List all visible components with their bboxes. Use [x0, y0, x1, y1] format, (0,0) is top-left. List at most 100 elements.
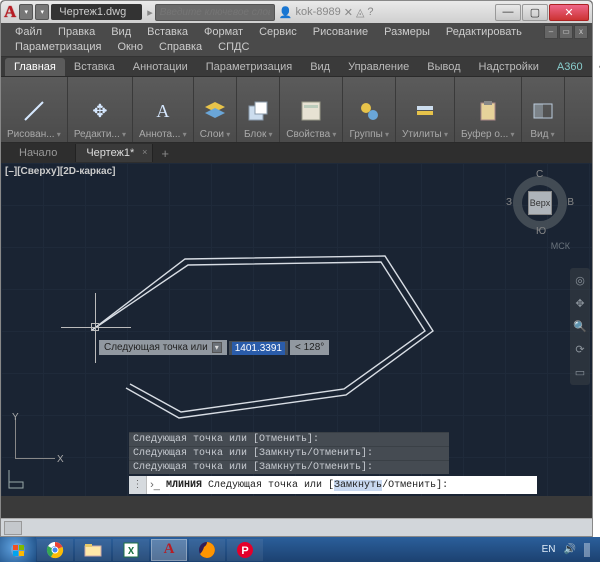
dynamic-angle-input[interactable]: < 128°	[290, 340, 329, 355]
window-close-button[interactable]: ✕	[549, 4, 589, 21]
mdi-close-button[interactable]: x	[574, 25, 588, 39]
help-search-input[interactable]	[155, 4, 275, 21]
ribbon-tabstrip: Главная Вставка Аннотации Параметризация…	[1, 57, 592, 77]
start-button[interactable]	[0, 537, 36, 562]
new-tab-button[interactable]: +	[153, 146, 177, 161]
app-window: A ▾ ▾ Чертеж1.dwg ▸ 👤 kok-8989 ✕ ◬ ? — ▢…	[0, 0, 593, 537]
signin-user[interactable]: kok-8989	[295, 6, 340, 18]
cmd-hist-line: Следующая точка или [Замкнуть/Отменить]:	[129, 446, 449, 460]
nav-orbit-icon[interactable]: ⟳	[575, 343, 584, 356]
taskbar-autocad-icon[interactable]: A	[151, 539, 187, 561]
taskbar-firefox-icon[interactable]	[189, 539, 225, 561]
line-tool-icon[interactable]	[19, 96, 49, 126]
taskbar-excel-icon[interactable]: X	[113, 539, 149, 561]
panel-label[interactable]: Утилиты	[402, 129, 448, 140]
ribbon: Рисован... ✥ Редакти... A Аннота... Слои…	[1, 77, 592, 143]
ribbon-tab-annot[interactable]: Аннотации	[124, 58, 197, 76]
ribbon-tab-addins[interactable]: Надстройки	[470, 58, 548, 76]
taskbar-app-p-icon[interactable]: P	[227, 539, 263, 561]
taskbar-tray[interactable]: EN 🔊	[532, 543, 600, 557]
command-line-text[interactable]: МЛИНИЯ Следующая точка или [Замкнуть/Отм…	[163, 480, 448, 491]
file-tab-label: Чертеж1*	[86, 147, 134, 159]
help-icon[interactable]: ?	[367, 6, 373, 18]
close-tab-icon[interactable]: ×	[142, 147, 147, 157]
command-line[interactable]: ⋮ ›_ МЛИНИЯ Следующая точка или [Замкнут…	[129, 476, 537, 494]
panel-label[interactable]: Аннота...	[139, 129, 187, 140]
command-line-handle-icon[interactable]: ⋮	[129, 476, 147, 494]
panel-label[interactable]: Буфер о...	[461, 129, 515, 140]
windows-taskbar[interactable]: X A P EN 🔊	[0, 537, 600, 562]
menu-view[interactable]: Вид	[103, 25, 139, 39]
app-menu-dropdown[interactable]: ▾	[19, 4, 33, 20]
panel-label[interactable]: Группы	[349, 129, 389, 140]
command-history[interactable]: Следующая точка или [Отменить]: Следующа…	[129, 432, 449, 474]
menu-draw[interactable]: Рисование	[305, 25, 376, 39]
ribbon-tab-output[interactable]: Вывод	[418, 58, 469, 76]
exchange-icon[interactable]: ✕	[344, 6, 353, 19]
menu-file[interactable]: Файл	[7, 25, 50, 39]
dynamic-input: Следующая точка или ▾ 1401.3391 < 128°	[99, 340, 329, 355]
ribbon-tab-a360[interactable]: A360	[548, 58, 592, 76]
menu-edit2[interactable]: Редактировать	[438, 25, 530, 39]
command-option[interactable]: Замкнуть	[334, 480, 382, 491]
file-tab-start[interactable]: Начало	[9, 144, 76, 162]
signin-icon[interactable]: 👤	[279, 6, 293, 19]
nav-zoom-icon[interactable]: 🔍	[573, 320, 587, 333]
ribbon-tab-param[interactable]: Параметризация	[197, 58, 301, 76]
window-minimize-button[interactable]: —	[495, 4, 521, 21]
nav-showmotion-icon[interactable]: ▭	[575, 366, 585, 379]
ucs-origin-icon[interactable]	[5, 468, 29, 492]
panel-label[interactable]: Свойства	[286, 129, 336, 140]
model-space-canvas[interactable]: [–][Сверху][2D-каркас] Верх С Ю В З МСК …	[1, 163, 592, 496]
nav-wheel-icon[interactable]: ◎	[575, 274, 585, 287]
nav-pan-icon[interactable]: ✥	[575, 297, 584, 310]
qat-dropdown[interactable]: ▾	[35, 4, 49, 20]
menu-param[interactable]: Параметризация	[7, 40, 109, 54]
menu-format[interactable]: Формат	[196, 25, 251, 39]
window-maximize-button[interactable]: ▢	[522, 4, 548, 21]
properties-icon[interactable]	[296, 96, 326, 126]
utilities-icon[interactable]	[410, 96, 440, 126]
menu-window[interactable]: Окно	[109, 40, 151, 54]
panel-label[interactable]: Вид	[530, 129, 554, 140]
tray-sound-icon[interactable]: 🔊	[564, 544, 576, 555]
app-logo-icon[interactable]: A	[4, 2, 16, 22]
text-tool-icon[interactable]: A	[148, 96, 178, 126]
menu-insert[interactable]: Вставка	[139, 25, 196, 39]
ribbon-tab-home[interactable]: Главная	[5, 58, 65, 76]
layers-icon[interactable]	[200, 96, 230, 126]
menu-help[interactable]: Справка	[151, 40, 210, 54]
ribbon-tab-insert[interactable]: Вставка	[65, 58, 124, 76]
menu-edit[interactable]: Правка	[50, 25, 103, 39]
panel-utils: Утилиты	[396, 77, 455, 142]
tray-language-indicator[interactable]: EN	[542, 544, 556, 555]
ribbon-tab-manage[interactable]: Управление	[339, 58, 418, 76]
navigation-bar[interactable]: ◎ ✥ 🔍 ⟳ ▭	[570, 268, 590, 385]
panel-label[interactable]: Рисован...	[7, 129, 61, 140]
groups-icon[interactable]	[354, 96, 384, 126]
dynamic-distance-input[interactable]: 1401.3391	[229, 341, 288, 355]
menu-spds[interactable]: СПДС	[210, 40, 257, 54]
move-tool-icon[interactable]: ✥	[85, 96, 115, 126]
ribbon-tab-view[interactable]: Вид	[301, 58, 339, 76]
compass-east[interactable]: В	[567, 197, 574, 208]
dynamic-options-dropdown[interactable]: ▾	[212, 342, 222, 353]
taskbar-chrome-icon[interactable]	[37, 539, 73, 561]
menu-dimensions[interactable]: Размеры	[376, 25, 438, 39]
clipboard-icon[interactable]	[473, 96, 503, 126]
panel-label[interactable]: Блок	[244, 129, 273, 140]
view-panel-icon[interactable]	[528, 96, 558, 126]
mdi-restore-button[interactable]: ▭	[559, 25, 573, 39]
show-desktop-button[interactable]	[584, 543, 590, 557]
panel-label[interactable]: Слои	[200, 129, 231, 140]
stayconnected-icon[interactable]: ◬	[356, 6, 364, 19]
menu-service[interactable]: Сервис	[251, 25, 305, 39]
model-layout-tab-icon[interactable]	[4, 521, 22, 535]
mdi-minimize-button[interactable]: –	[544, 25, 558, 39]
panel-label[interactable]: Редакти...	[74, 129, 126, 140]
taskbar-explorer-icon[interactable]	[75, 539, 111, 561]
block-icon[interactable]	[243, 96, 273, 126]
panel-block: Блок	[237, 77, 280, 142]
file-tab-drawing[interactable]: Чертеж1* ×	[76, 144, 153, 162]
titlebar[interactable]: A ▾ ▾ Чертеж1.dwg ▸ 👤 kok-8989 ✕ ◬ ? — ▢…	[1, 1, 592, 23]
